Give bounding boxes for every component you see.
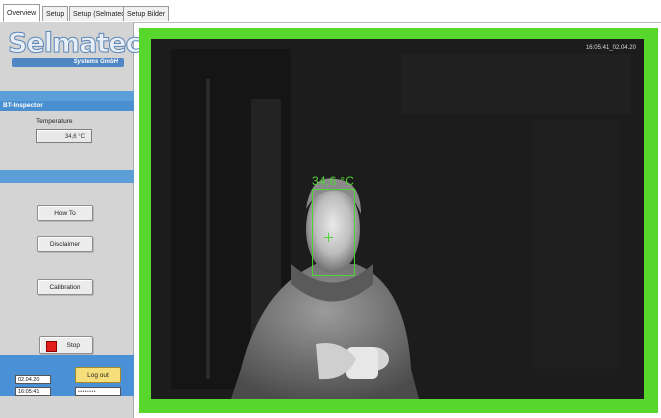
time-field: 16:05:41 bbox=[15, 387, 51, 396]
date-field: 02.04.20 bbox=[15, 375, 51, 384]
stop-button[interactable]: Stop bbox=[39, 336, 93, 354]
logo-text: Selmatec bbox=[8, 28, 143, 60]
temperature-value: 34,6 °C bbox=[36, 129, 92, 143]
calibration-button[interactable]: Calibration bbox=[37, 279, 93, 295]
overlay-temperature: 34,6 °C bbox=[312, 174, 355, 188]
tab-bar: Overview Setup Setup (Selmatec) Setup Bi… bbox=[0, 0, 661, 23]
disclaimer-button[interactable]: Disclaimer bbox=[37, 236, 93, 252]
header-band bbox=[0, 91, 134, 101]
face-detection-box bbox=[312, 189, 355, 276]
tab-setup-bilder[interactable]: Setup Bilder bbox=[123, 6, 170, 21]
password-field[interactable]: •••••••• bbox=[75, 387, 121, 396]
camera-timestamp: 16:05:41_02.04.20 bbox=[585, 45, 636, 51]
logo-subtitle: Systems GmbH bbox=[73, 59, 118, 65]
crosshair-icon bbox=[324, 233, 333, 242]
thermal-image bbox=[151, 39, 644, 399]
divider-band bbox=[0, 170, 134, 183]
selmatec-logo: Selmatec Systems GmbH bbox=[8, 28, 142, 78]
stop-label: Stop bbox=[66, 342, 80, 349]
temperature-label: Temperature bbox=[36, 118, 73, 125]
logout-button[interactable]: Log out bbox=[75, 367, 121, 383]
stop-icon bbox=[46, 341, 57, 352]
tab-setup[interactable]: Setup bbox=[42, 6, 69, 21]
camera-frame: 16:05:41_02.04.20 34,6 °C bbox=[139, 28, 658, 413]
thermal-camera-view: 16:05:41_02.04.20 34,6 °C bbox=[151, 39, 644, 399]
how-to-button[interactable]: How To bbox=[37, 205, 93, 221]
tab-setup-selmatec[interactable]: Setup (Selmatec) bbox=[69, 6, 132, 21]
tab-overview[interactable]: Overview bbox=[3, 4, 41, 22]
panel-title: BT-Inspector bbox=[0, 101, 134, 111]
